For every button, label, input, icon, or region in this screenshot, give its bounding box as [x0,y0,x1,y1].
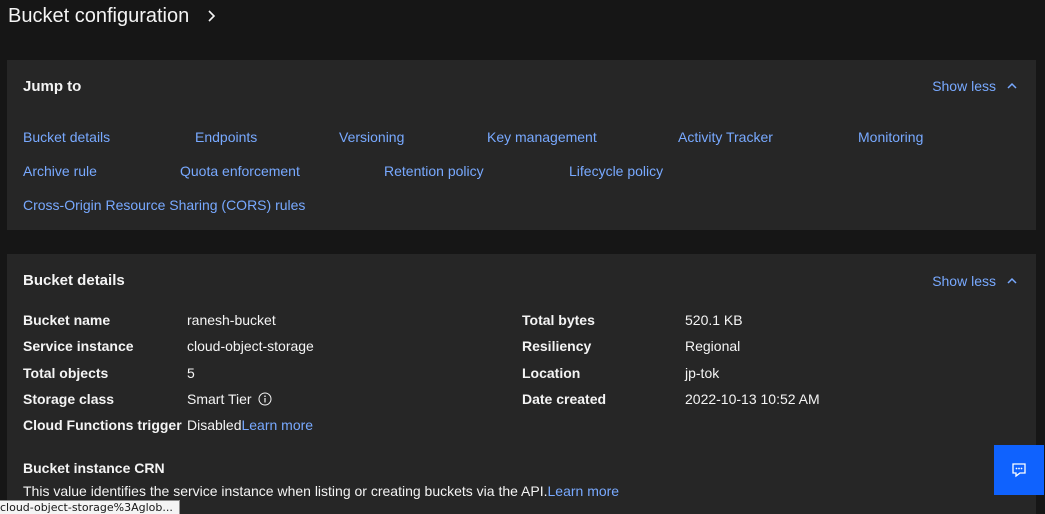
resiliency-label: Resiliency [522,338,592,354]
cloud-functions-learn-more-link[interactable]: Learn more [241,417,313,433]
jump-link-retention-policy[interactable]: Retention policy [384,163,484,179]
total-bytes-value: 520.1 KB [685,312,743,328]
total-objects-value: 5 [187,365,195,381]
page: Bucket configuration Jump to Show less B… [0,0,1045,514]
breadcrumb: Bucket configuration [8,2,219,30]
jump-link-versioning[interactable]: Versioning [339,129,404,145]
jump-link-cors-rules[interactable]: Cross-Origin Resource Sharing (CORS) rul… [23,197,305,213]
jump-link-monitoring[interactable]: Monitoring [858,129,923,145]
show-less-label: Show less [932,273,996,289]
jump-to-show-less-button[interactable]: Show less [932,78,1018,94]
jump-link-archive-rule[interactable]: Archive rule [23,163,97,179]
total-objects-label: Total objects [23,365,109,381]
chevron-right-icon[interactable] [203,8,219,24]
bucket-details-show-less-button[interactable]: Show less [932,273,1018,289]
cloud-functions-trigger-status: Disabled [187,417,242,433]
service-instance-value: cloud-object-storage [187,338,314,354]
jump-link-activity-tracker[interactable]: Activity Tracker [678,129,773,145]
bucket-details-heading: Bucket details [23,272,125,289]
bucket-crn-heading: Bucket instance CRN [23,460,165,476]
jump-link-endpoints[interactable]: Endpoints [195,129,257,145]
show-less-label: Show less [932,78,996,94]
service-instance-label: Service instance [23,338,134,354]
date-created-value: 2022-10-13 10:52 AM [685,391,820,407]
bucket-crn-description-text: This value identifies the service instan… [23,483,548,499]
resiliency-value: Regional [685,338,741,354]
date-created-label: Date created [522,391,607,407]
chevron-up-icon [1007,277,1017,284]
page-title: Bucket configuration [8,4,190,27]
location-label: Location [522,365,581,381]
total-bytes-label: Total bytes [522,312,595,328]
bucket-name-value: ranesh-bucket [187,312,276,328]
jump-link-key-management[interactable]: Key management [487,129,597,145]
jump-to-panel: Jump to Show less Bucket details Endpoin… [7,60,1036,230]
cloud-functions-trigger-label: Cloud Functions trigger [23,417,182,433]
cloud-functions-trigger-value: Disabled Learn more [187,417,313,433]
bucket-crn-description: This value identifies the service instan… [23,483,619,499]
bucket-crn-learn-more-link[interactable]: Learn more [548,483,620,499]
storage-class-label: Storage class [23,391,115,407]
storage-class-text: Smart Tier [187,391,252,407]
jump-link-lifecycle-policy[interactable]: Lifecycle policy [569,163,663,179]
information-icon[interactable] [258,392,272,406]
jump-link-quota-enforcement[interactable]: Quota enforcement [180,163,300,179]
bucket-details-panel: Bucket details Show less Bucket name ran… [7,254,1036,514]
status-bar-url: cloud-object-storage%3Aglob... [0,500,180,514]
storage-class-value: Smart Tier [187,391,272,407]
bucket-name-label: Bucket name [23,312,111,328]
jump-link-bucket-details[interactable]: Bucket details [23,129,110,145]
chat-icon [1012,463,1026,478]
chevron-up-icon [1007,82,1017,89]
feedback-button[interactable] [994,445,1044,495]
location-value: jp-tok [685,365,720,381]
jump-to-heading: Jump to [23,78,82,95]
